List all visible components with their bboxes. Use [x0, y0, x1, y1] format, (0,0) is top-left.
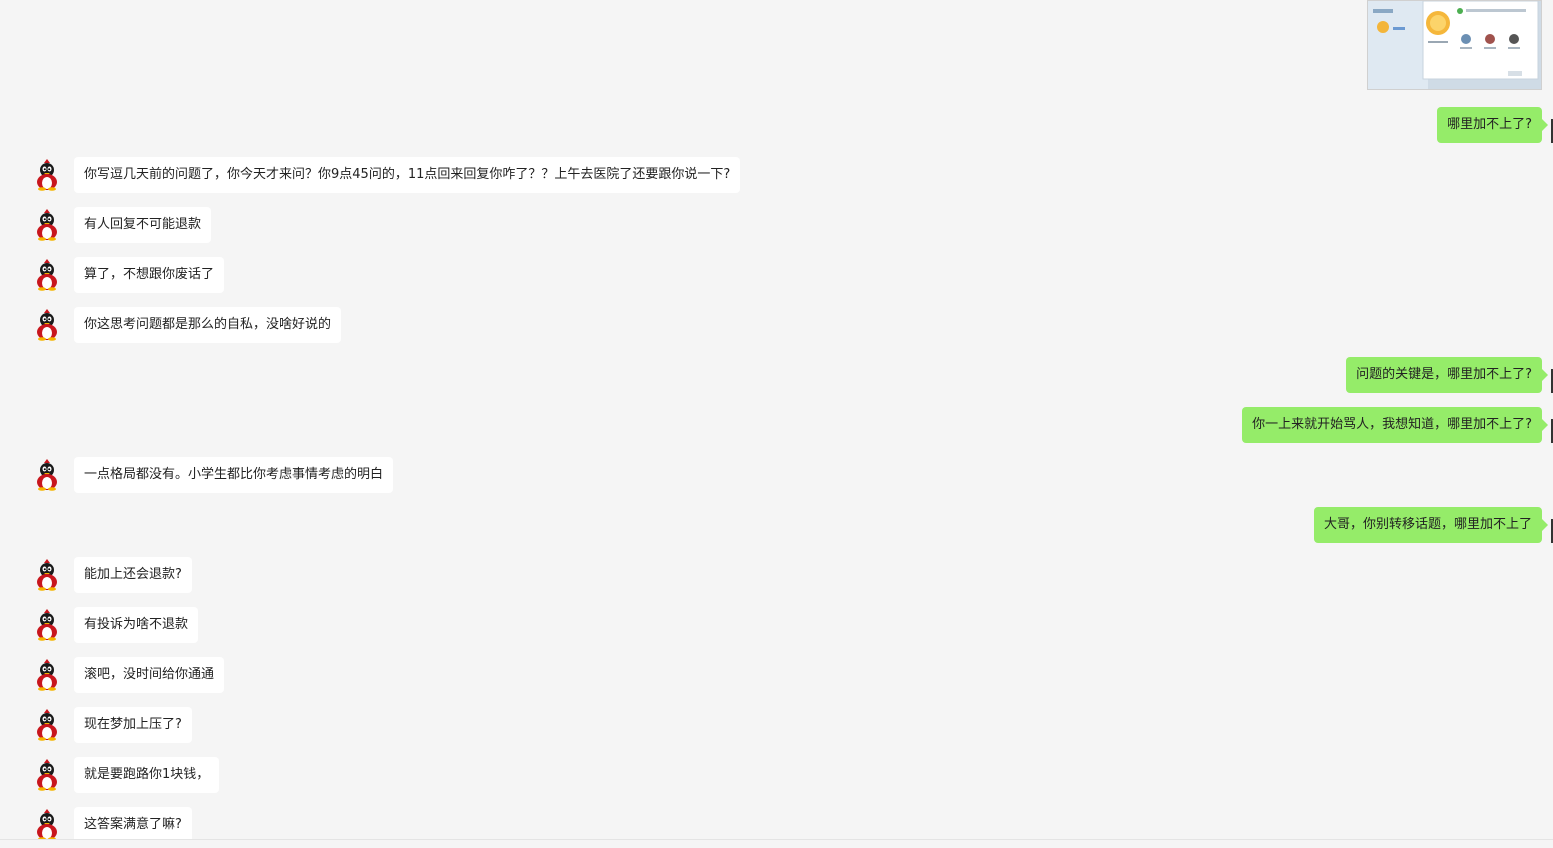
qq-penguin-avatar-icon[interactable] — [30, 307, 64, 341]
message-row: 有投诉为啥不退款 — [0, 607, 1553, 643]
qq-penguin-avatar-icon[interactable] — [30, 607, 64, 641]
qq-penguin-avatar-icon[interactable] — [30, 707, 64, 741]
qq-penguin-avatar-icon[interactable] — [30, 457, 64, 491]
incoming-message-bubble[interactable]: 就是要跑路你1块钱， — [74, 757, 220, 793]
message-row: 大哥，你别转移话题，哪里加不上了 — [0, 507, 1553, 543]
message-row: 你写逗几天前的问题了，你今天才来问？你9点45问的，11点回来回复你咋了？？上午… — [0, 157, 1553, 193]
message-row — [0, 0, 1553, 90]
incoming-message-bubble[interactable]: 你这思考问题都是那么的自私，没啥好说的 — [74, 307, 342, 343]
incoming-message-bubble[interactable]: 算了，不想跟你废话了 — [74, 257, 225, 293]
message-row: 算了，不想跟你废话了 — [0, 257, 1553, 293]
message-row: 滚吧，没时间给你通通 — [0, 657, 1553, 693]
message-row: 现在梦加上压了? — [0, 707, 1553, 743]
message-row: 这答案满意了嘛? — [0, 807, 1553, 843]
screenshot-thumbnail-icon — [1368, 1, 1541, 89]
outgoing-message-bubble[interactable]: 问题的关键是，哪里加不上了? — [1346, 357, 1548, 393]
outgoing-message-bubble[interactable]: 大哥，你别转移话题，哪里加不上了 — [1313, 507, 1549, 543]
message-row: 一点格局都没有。小学生都比你考虑事情考虑的明白 — [0, 457, 1553, 493]
incoming-message-bubble[interactable]: 你写逗几天前的问题了，你今天才来问？你9点45问的，11点回来回复你咋了？？上午… — [74, 157, 741, 193]
qq-penguin-avatar-icon[interactable] — [30, 807, 64, 841]
qq-penguin-avatar-icon[interactable] — [30, 207, 64, 241]
message-row: 能加上还会退款? — [0, 557, 1553, 593]
incoming-message-bubble[interactable]: 滚吧，没时间给你通通 — [74, 657, 225, 693]
qq-penguin-avatar-icon[interactable] — [30, 257, 64, 291]
input-area-top — [0, 840, 1553, 848]
message-row: 有人回复不可能退款 — [0, 207, 1553, 243]
message-row: 你这思考问题都是那么的自私，没啥好说的 — [0, 307, 1553, 343]
chat-message-list[interactable]: 哪里加不上了? 你写逗几天前的问题了，你今天才来问？你9点45问的，11点回来回… — [0, 0, 1553, 848]
qq-penguin-avatar-icon[interactable] — [30, 557, 64, 591]
incoming-message-bubble[interactable]: 有人回复不可能退款 — [74, 207, 212, 243]
message-row: 你一上来就开始骂人，我想知道，哪里加不上了? — [0, 407, 1553, 443]
outgoing-message-bubble[interactable]: 哪里加不上了? — [1437, 107, 1548, 143]
qq-penguin-avatar-icon[interactable] — [30, 657, 64, 691]
message-row: 就是要跑路你1块钱， — [0, 757, 1553, 793]
incoming-message-bubble[interactable]: 现在梦加上压了? — [74, 707, 192, 743]
message-row: 问题的关键是，哪里加不上了? — [0, 357, 1553, 393]
incoming-message-bubble[interactable]: 有投诉为啥不退款 — [74, 607, 199, 643]
message-row: 哪里加不上了? — [0, 107, 1553, 143]
incoming-message-bubble[interactable]: 这答案满意了嘛? — [74, 807, 192, 843]
incoming-message-bubble[interactable]: 一点格局都没有。小学生都比你考虑事情考虑的明白 — [74, 457, 394, 493]
image-message-thumbnail[interactable] — [1367, 0, 1542, 90]
outgoing-message-bubble[interactable]: 你一上来就开始骂人，我想知道，哪里加不上了? — [1242, 407, 1548, 443]
qq-penguin-avatar-icon[interactable] — [30, 157, 64, 191]
qq-penguin-avatar-icon[interactable] — [30, 757, 64, 791]
incoming-message-bubble[interactable]: 能加上还会退款? — [74, 557, 192, 593]
